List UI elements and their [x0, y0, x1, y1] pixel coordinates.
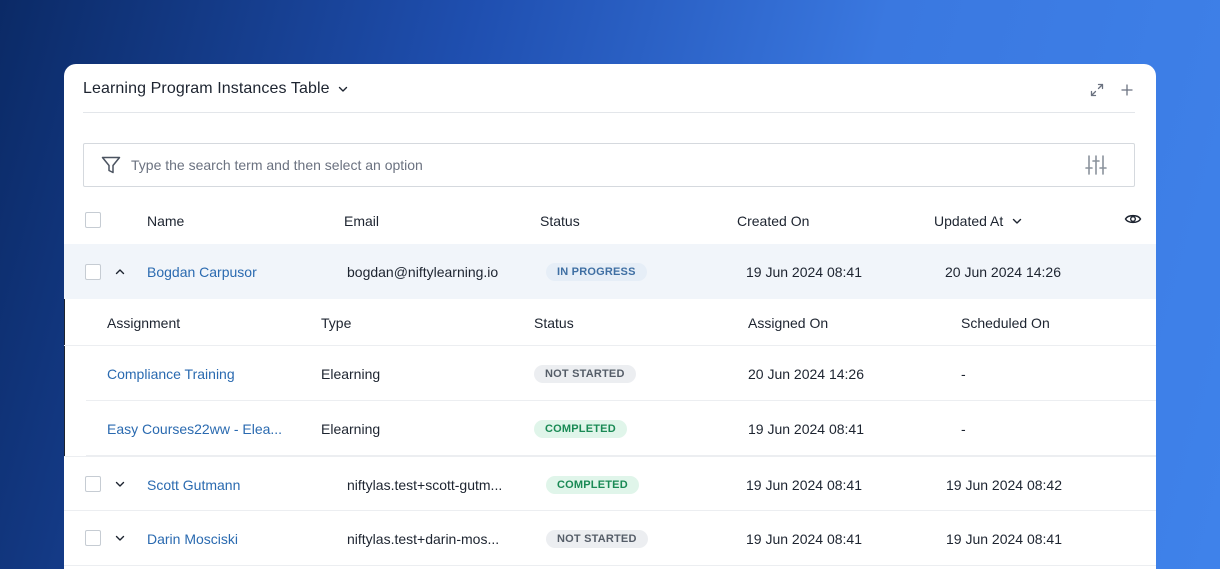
table-selector[interactable]: Learning Program Instances Table: [83, 80, 349, 98]
status-badge: NOT STARTED: [534, 365, 636, 383]
plus-icon[interactable]: [1119, 82, 1135, 98]
eye-icon[interactable]: [1124, 212, 1142, 226]
chevron-up-icon[interactable]: [114, 266, 126, 278]
select-all-checkbox[interactable]: [85, 212, 101, 228]
row-updated-at: 19 Jun 2024 08:42: [946, 477, 1062, 493]
row-name-link[interactable]: Bogdan Carpusor: [147, 264, 257, 280]
row-checkbox[interactable]: [85, 530, 101, 546]
row-created-on: 19 Jun 2024 08:41: [746, 477, 862, 493]
assignment-type: Elearning: [321, 366, 381, 382]
table-row[interactable]: Darin Mosciski niftylas.test+darin-mos..…: [64, 511, 1156, 566]
column-header-name[interactable]: Name: [147, 213, 184, 229]
subcolumn-header-status: Status: [534, 315, 574, 331]
chevron-down-icon: [337, 83, 349, 95]
search-input[interactable]: [131, 157, 1084, 173]
status-badge: NOT STARTED: [546, 530, 648, 548]
scheduled-on: -: [961, 421, 966, 437]
assigned-on: 20 Jun 2024 14:26: [748, 366, 864, 382]
subtable-row: Compliance Training Elearning NOT STARTE…: [86, 346, 1156, 401]
row-checkbox[interactable]: [85, 264, 101, 280]
row-email: niftylas.test+scott-gutm...: [347, 477, 503, 493]
filter-icon[interactable]: [100, 154, 122, 176]
row-name-link[interactable]: Scott Gutmann: [147, 477, 240, 493]
search-bar: [83, 143, 1135, 187]
row-updated-at: 20 Jun 2024 14:26: [945, 264, 1061, 280]
row-updated-at: 19 Jun 2024 08:41: [946, 531, 1062, 547]
row-email: bogdan@niftylearning.io: [347, 264, 499, 280]
table-row[interactable]: Bogdan Carpusor bogdan@niftylearning.io …: [64, 244, 1156, 299]
subcolumn-header-scheduled-on: Scheduled On: [961, 315, 1050, 331]
column-header-updated-at-label: Updated At: [934, 213, 1004, 229]
table-header: Name Email Status Created On Updated At: [64, 198, 1156, 242]
chevron-down-icon: [1011, 214, 1023, 230]
row-name-link[interactable]: Darin Mosciski: [147, 531, 238, 547]
subcolumn-header-type: Type: [321, 315, 352, 331]
column-header-status[interactable]: Status: [540, 213, 580, 229]
column-header-created-on[interactable]: Created On: [737, 213, 809, 229]
scheduled-on: -: [961, 366, 966, 382]
subtable-header: Assignment Type Status Assigned On Sched…: [64, 298, 1156, 346]
chevron-down-icon[interactable]: [114, 532, 126, 544]
row-created-on: 19 Jun 2024 08:41: [746, 531, 862, 547]
assignment-type: Elearning: [321, 421, 381, 437]
table-row[interactable]: Scott Gutmann niftylas.test+scott-gutm..…: [64, 456, 1156, 511]
subcolumn-header-assigned-on: Assigned On: [748, 315, 829, 331]
column-header-email[interactable]: Email: [344, 213, 379, 229]
status-badge: IN PROGRESS: [546, 263, 647, 281]
table-card: Learning Program Instances Table Name Em…: [64, 64, 1156, 569]
subtable-row: Easy Courses22ww - Elea... Elearning COM…: [86, 401, 1156, 456]
status-badge: COMPLETED: [546, 476, 639, 494]
status-badge: COMPLETED: [534, 420, 627, 438]
page-title: Learning Program Instances Table: [83, 80, 330, 97]
assignment-link[interactable]: Compliance Training: [107, 366, 235, 382]
sliders-icon[interactable]: [1084, 154, 1108, 176]
column-header-updated-at[interactable]: Updated At: [934, 213, 1023, 230]
chevron-down-icon[interactable]: [114, 478, 126, 490]
row-checkbox[interactable]: [85, 476, 101, 492]
subcolumn-header-assignment: Assignment: [107, 315, 181, 331]
row-created-on: 19 Jun 2024 08:41: [746, 264, 862, 280]
card-header: Learning Program Instances Table: [83, 64, 1135, 113]
expand-icon[interactable]: [1089, 82, 1105, 98]
assigned-on: 19 Jun 2024 08:41: [748, 421, 864, 437]
assignment-link[interactable]: Easy Courses22ww - Elea...: [107, 421, 282, 437]
row-email: niftylas.test+darin-mos...: [347, 531, 500, 547]
